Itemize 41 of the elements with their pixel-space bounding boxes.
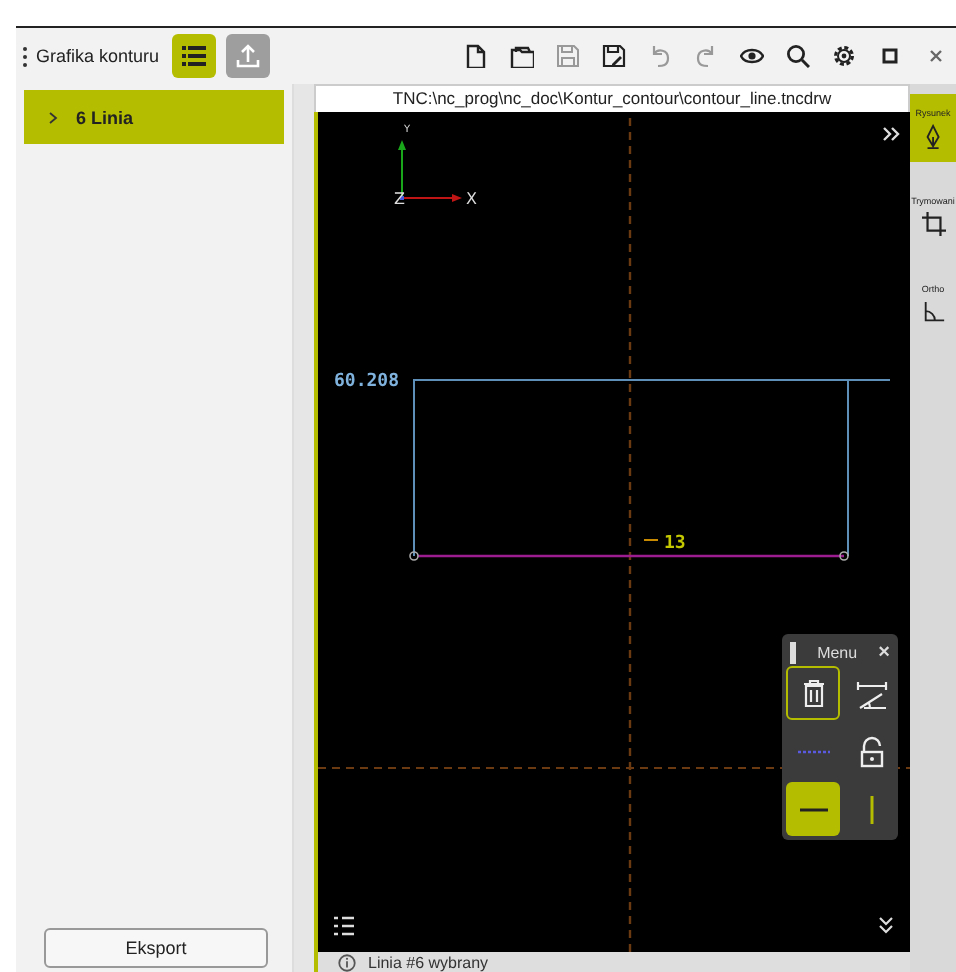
element-list-item[interactable]: 6 Linia (24, 90, 284, 144)
status-message: Linia #6 wybrany (368, 954, 489, 972)
close-button[interactable]: × (878, 641, 890, 663)
export-button[interactable]: Eksport (44, 928, 268, 968)
list-icon[interactable] (332, 916, 356, 936)
save-edit-icon[interactable] (602, 44, 626, 68)
drag-handle-icon[interactable] (22, 45, 28, 67)
chevron-icon[interactable] (48, 111, 58, 123)
delete-button[interactable] (786, 666, 840, 720)
vertical-line-icon (869, 795, 873, 823)
axis-label: X (466, 190, 477, 208)
crop-icon (921, 211, 945, 237)
drag-handle-icon[interactable] (790, 641, 796, 663)
panel-title: Grafika konturu (36, 46, 160, 66)
eye-icon[interactable] (740, 44, 764, 68)
list-view-button[interactable] (171, 34, 216, 78)
pen-icon (921, 123, 945, 149)
upload-icon (235, 44, 260, 68)
padlock-icon (855, 735, 887, 767)
maximize-icon[interactable] (878, 44, 902, 68)
horizontal-line-icon (799, 807, 827, 811)
list-icon (181, 44, 206, 68)
menu-title: Menu (817, 643, 858, 661)
new-file-icon[interactable] (464, 44, 488, 68)
settings-icon[interactable] (832, 44, 856, 68)
right-angle-icon (921, 299, 945, 325)
info-icon (338, 954, 356, 972)
axis-gizmo-drawing (398, 140, 462, 202)
file-path: TNC:\nc_prog\nc_doc\Kontur_contour\contour_line.tncdrw (314, 84, 910, 112)
folder-icon[interactable] (510, 44, 534, 68)
axis-label: Z (394, 190, 405, 208)
collapse-icon[interactable] (878, 916, 894, 934)
dimension-icon (855, 677, 887, 709)
dimension-value: 60.208 (334, 372, 400, 392)
expand-icon[interactable] (882, 126, 900, 142)
element-number: 13 (664, 534, 686, 554)
dotted-line-icon (797, 749, 829, 753)
line-marker (643, 539, 659, 541)
splitter-handle[interactable] (294, 84, 314, 972)
horizontal-line-button[interactable] (786, 782, 840, 836)
search-icon[interactable] (786, 44, 810, 68)
